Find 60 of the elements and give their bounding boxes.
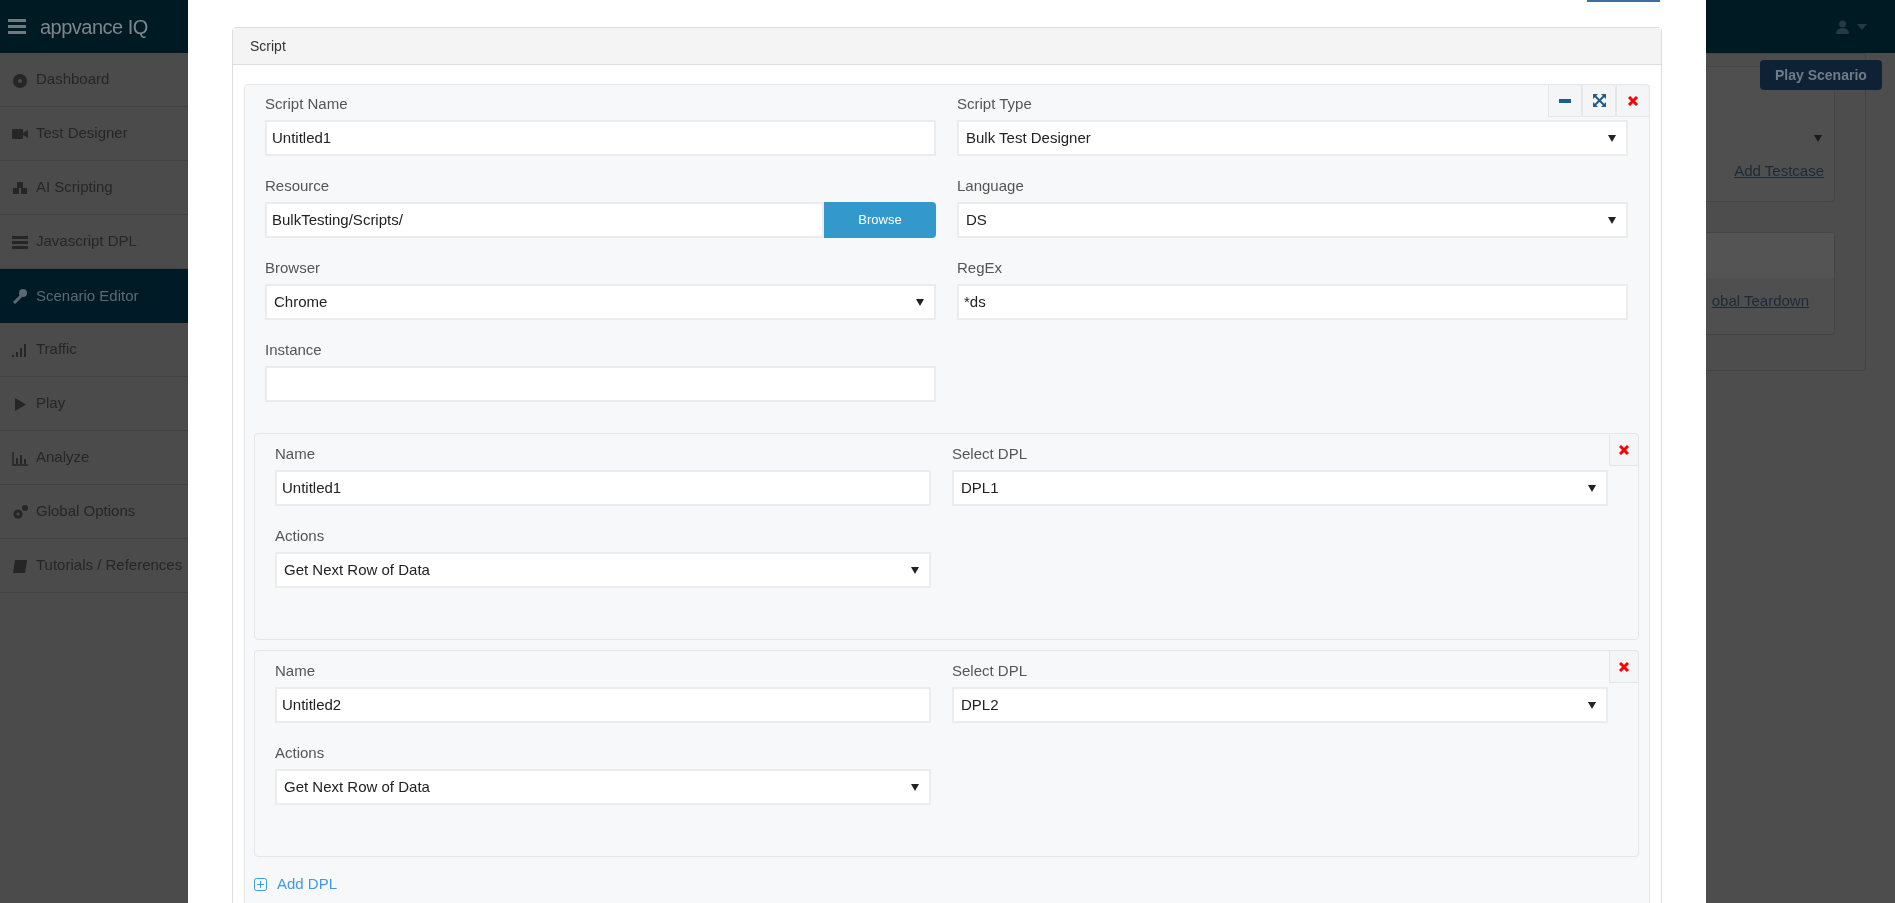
cubes-icon: [12, 179, 28, 196]
close-icon: [1619, 444, 1629, 455]
dropdown[interactable]: DPL1: [952, 470, 1608, 506]
field-label: Select DPL: [952, 661, 1028, 681]
caret-icon: [1608, 134, 1616, 142]
expand-button[interactable]: [1582, 84, 1616, 117]
input-field[interactable]: Untitled2: [275, 687, 931, 723]
wrench-icon: [12, 288, 28, 304]
input-field[interactable]: Untitled1: [275, 470, 931, 506]
sidebar-item[interactable]: Scenario Editor: [0, 269, 188, 323]
dropdown[interactable]: DPL2: [952, 687, 1608, 723]
panel-title: Script: [250, 36, 286, 56]
expand-icon: [1592, 94, 1606, 107]
book-icon: [12, 557, 28, 574]
caret-icon: [916, 298, 924, 306]
close-button[interactable]: [1609, 433, 1639, 466]
browse-button[interactable]: Browse: [824, 202, 936, 238]
field-label: Name: [275, 661, 315, 681]
input-field[interactable]: BulkTesting/Scripts/: [265, 202, 824, 238]
list-icon: [12, 233, 28, 250]
dropdown[interactable]: DS: [957, 202, 1628, 238]
add-dpl-link[interactable]: Add DPL: [277, 873, 338, 896]
close-button[interactable]: [1616, 84, 1650, 117]
caret-icon: [911, 566, 919, 574]
gears-icon: [12, 503, 28, 520]
caret-icon: [1588, 484, 1596, 492]
input-field[interactable]: Untitled1: [265, 120, 936, 156]
input-field[interactable]: *ds: [957, 284, 1628, 320]
close-button[interactable]: [1609, 650, 1639, 683]
dropdown[interactable]: Get Next Row of Data: [275, 769, 931, 805]
field-label: RegEx: [957, 258, 1003, 278]
dropdown[interactable]: Bulk Test Designer: [957, 120, 1628, 156]
bar-chart-icon: [12, 449, 28, 466]
add-icon[interactable]: [254, 877, 267, 891]
field-label: Script Name: [265, 94, 348, 114]
gauge-icon: [12, 71, 28, 88]
minimize-icon: [1559, 98, 1571, 103]
play-icon: [12, 395, 28, 412]
logo-text: appvance IQ: [40, 14, 148, 40]
field-label: Browser: [265, 258, 320, 278]
field-label: Actions: [275, 526, 325, 546]
field-label: Select DPL: [952, 444, 1028, 464]
signal-bars-icon: [12, 341, 28, 358]
dropdown[interactable]: Chrome: [265, 284, 936, 320]
close-icon: [1619, 661, 1629, 672]
dropdown[interactable]: Get Next Row of Data: [275, 552, 931, 588]
caret-icon: [911, 783, 919, 791]
menu-icon[interactable]: [8, 19, 26, 34]
field-label: Language: [957, 176, 1024, 196]
caret-icon[interactable]: [1814, 135, 1822, 142]
field-label: Script Type: [957, 94, 1032, 114]
caret-icon: [1608, 216, 1616, 224]
field-label: Instance: [265, 340, 322, 360]
field-label: Resource: [265, 176, 330, 196]
field-label: Name: [275, 444, 315, 464]
close-icon: [1628, 95, 1638, 106]
caret-icon: [1588, 701, 1596, 709]
play-scenario-button[interactable]: Play Scenario: [1760, 60, 1882, 90]
field-label: Actions: [275, 743, 325, 763]
minimize-button[interactable]: [1548, 84, 1582, 117]
